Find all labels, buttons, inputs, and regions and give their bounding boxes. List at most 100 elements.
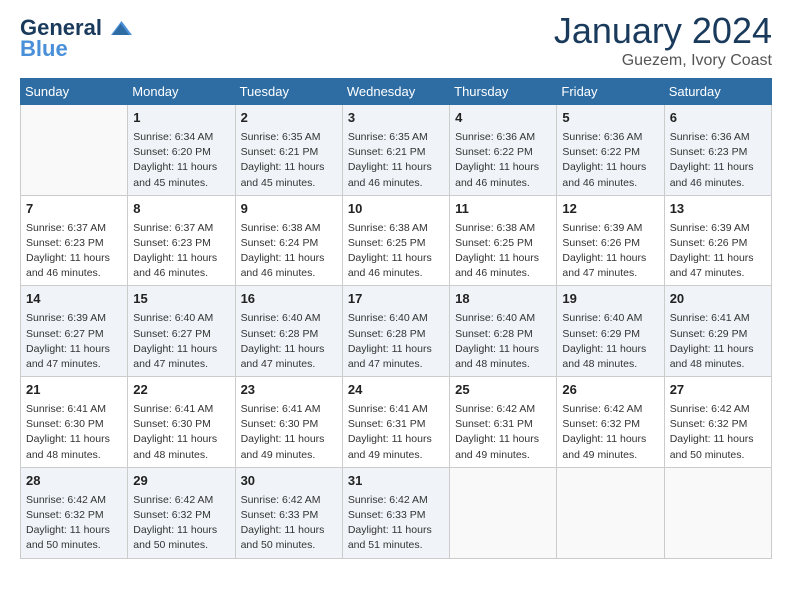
- calendar-subtitle: Guezem, Ivory Coast: [554, 52, 772, 70]
- sunrise-text: Sunrise: 6:42 AM: [562, 403, 642, 415]
- day-info: Sunrise: 6:41 AMSunset: 6:29 PMDaylight:…: [670, 311, 766, 372]
- table-row: 7Sunrise: 6:37 AMSunset: 6:23 PMDaylight…: [21, 195, 128, 286]
- table-row: [664, 467, 771, 558]
- day-info: Sunrise: 6:42 AMSunset: 6:32 PMDaylight:…: [26, 493, 122, 554]
- day-number: 8: [133, 200, 229, 219]
- day-info: Sunrise: 6:34 AMSunset: 6:20 PMDaylight:…: [133, 130, 229, 191]
- day-info: Sunrise: 6:42 AMSunset: 6:33 PMDaylight:…: [348, 493, 444, 554]
- sunrise-text: Sunrise: 6:36 AM: [562, 131, 642, 143]
- day-number: 3: [348, 109, 444, 128]
- sunrise-text: Sunrise: 6:42 AM: [670, 403, 750, 415]
- day-info: Sunrise: 6:39 AMSunset: 6:27 PMDaylight:…: [26, 311, 122, 372]
- sunset-text: Sunset: 6:30 PM: [133, 418, 211, 430]
- day-number: 29: [133, 472, 229, 491]
- sunrise-text: Sunrise: 6:41 AM: [670, 312, 750, 324]
- day-info: Sunrise: 6:36 AMSunset: 6:22 PMDaylight:…: [562, 130, 658, 191]
- sunset-text: Sunset: 6:30 PM: [26, 418, 104, 430]
- table-row: 19Sunrise: 6:40 AMSunset: 6:29 PMDayligh…: [557, 286, 664, 377]
- title-block: January 2024 Guezem, Ivory Coast: [554, 10, 772, 70]
- day-info: Sunrise: 6:41 AMSunset: 6:30 PMDaylight:…: [26, 402, 122, 463]
- day-number: 26: [562, 381, 658, 400]
- day-info: Sunrise: 6:36 AM Sunset: 6:23 PM Daylight:…: [670, 130, 766, 191]
- calendar-title: January 2024: [554, 10, 772, 52]
- day-info: Sunrise: 6:41 AMSunset: 6:31 PMDaylight:…: [348, 402, 444, 463]
- sunset-text: Sunset: 6:23 PM: [670, 146, 748, 158]
- sunrise-text: Sunrise: 6:36 AM: [670, 131, 750, 143]
- day-number: 27: [670, 381, 766, 400]
- sunset-text: Sunset: 6:30 PM: [241, 418, 319, 430]
- sunrise-text: Sunrise: 6:39 AM: [562, 222, 642, 234]
- day-number: 18: [455, 290, 551, 309]
- daylight-text: Daylight: 11 hours and 45 minutes.: [133, 161, 217, 188]
- sunset-text: Sunset: 6:32 PM: [133, 509, 211, 521]
- table-row: 17Sunrise: 6:40 AMSunset: 6:28 PMDayligh…: [342, 286, 449, 377]
- day-number: 1: [133, 109, 229, 128]
- daylight-text: Daylight: 11 hours and 47 minutes.: [562, 252, 646, 279]
- daylight-text: Daylight: 11 hours and 51 minutes.: [348, 524, 432, 551]
- daylight-text: Daylight: 11 hours and 50 minutes.: [133, 524, 217, 551]
- table-row: 23Sunrise: 6:41 AMSunset: 6:30 PMDayligh…: [235, 377, 342, 468]
- sunrise-text: Sunrise: 6:41 AM: [241, 403, 321, 415]
- weekday-header-row: Sunday Monday Tuesday Wednesday Thursday…: [21, 79, 772, 105]
- table-row: 10Sunrise: 6:38 AMSunset: 6:25 PMDayligh…: [342, 195, 449, 286]
- daylight-text: Daylight: 11 hours and 48 minutes.: [562, 343, 646, 370]
- day-info: Sunrise: 6:37 AMSunset: 6:23 PMDaylight:…: [26, 221, 122, 282]
- sunset-text: Sunset: 6:26 PM: [562, 237, 640, 249]
- day-number: 2: [241, 109, 337, 128]
- page: General Blue January 2024 Guezem, Ivory …: [0, 0, 792, 612]
- day-number: 16: [241, 290, 337, 309]
- logo-icon: [104, 14, 132, 42]
- table-row: 5Sunrise: 6:36 AMSunset: 6:22 PMDaylight…: [557, 105, 664, 196]
- table-row: 6 Sunrise: 6:36 AM Sunset: 6:23 PM Daylight…: [664, 105, 771, 196]
- header-wednesday: Wednesday: [342, 79, 449, 105]
- sunrise-text: Sunrise: 6:38 AM: [241, 222, 321, 234]
- sunrise-text: Sunrise: 6:42 AM: [133, 494, 213, 506]
- day-number: 6: [670, 109, 766, 128]
- day-number: 15: [133, 290, 229, 309]
- day-info: Sunrise: 6:40 AMSunset: 6:28 PMDaylight:…: [455, 311, 551, 372]
- sunrise-text: Sunrise: 6:39 AM: [670, 222, 750, 234]
- day-info: Sunrise: 6:41 AMSunset: 6:30 PMDaylight:…: [241, 402, 337, 463]
- day-info: Sunrise: 6:35 AMSunset: 6:21 PMDaylight:…: [348, 130, 444, 191]
- day-info: Sunrise: 6:39 AM Sunset: 6:26 PM Daylight:…: [562, 221, 658, 282]
- day-info: Sunrise: 6:39 AMSunset: 6:26 PMDaylight:…: [670, 221, 766, 282]
- day-number: 13: [670, 200, 766, 219]
- daylight-text: Daylight: 11 hours and 48 minutes.: [670, 343, 754, 370]
- table-row: 8Sunrise: 6:37 AMSunset: 6:23 PMDaylight…: [128, 195, 235, 286]
- table-row: 26Sunrise: 6:42 AMSunset: 6:32 PMDayligh…: [557, 377, 664, 468]
- day-number: 22: [133, 381, 229, 400]
- day-number: 12: [562, 200, 658, 219]
- table-row: [557, 467, 664, 558]
- day-number: 25: [455, 381, 551, 400]
- table-row: 1 Sunrise: 6:34 AMSunset: 6:20 PMDaylight…: [128, 105, 235, 196]
- sunset-text: Sunset: 6:27 PM: [133, 328, 211, 340]
- table-row: 4Sunrise: 6:36 AMSunset: 6:22 PMDaylight…: [450, 105, 557, 196]
- day-number: 20: [670, 290, 766, 309]
- sunset-text: Sunset: 6:21 PM: [241, 146, 319, 158]
- daylight-text: Daylight: 11 hours and 46 minutes.: [26, 252, 110, 279]
- table-row: 30Sunrise: 6:42 AMSunset: 6:33 PMDayligh…: [235, 467, 342, 558]
- sunset-text: Sunset: 6:25 PM: [455, 237, 533, 249]
- daylight-text: Daylight: 11 hours and 47 minutes.: [670, 252, 754, 279]
- sunrise-text: Sunrise: 6:40 AM: [241, 312, 321, 324]
- table-row: 9Sunrise: 6:38 AMSunset: 6:24 PMDaylight…: [235, 195, 342, 286]
- table-row: 27Sunrise: 6:42 AMSunset: 6:32 PMDayligh…: [664, 377, 771, 468]
- daylight-text: Daylight: 11 hours and 46 minutes.: [348, 252, 432, 279]
- day-info: Sunrise: 6:42 AMSunset: 6:32 PMDaylight:…: [670, 402, 766, 463]
- sunset-text: Sunset: 6:32 PM: [670, 418, 748, 430]
- sunrise-text: Sunrise: 6:40 AM: [455, 312, 535, 324]
- sunset-text: Sunset: 6:29 PM: [562, 328, 640, 340]
- header-thursday: Thursday: [450, 79, 557, 105]
- daylight-text: Daylight: 11 hours and 46 minutes.: [455, 252, 539, 279]
- table-row: [450, 467, 557, 558]
- table-row: 25Sunrise: 6:42 AMSunset: 6:31 PMDayligh…: [450, 377, 557, 468]
- sunrise-text: Sunrise: 6:42 AM: [455, 403, 535, 415]
- table-row: 20 Sunrise: 6:41 AMSunset: 6:29 PMDayligh…: [664, 286, 771, 377]
- sunrise-text: Sunrise: 6:37 AM: [26, 222, 106, 234]
- day-info: Sunrise: 6:41 AMSunset: 6:30 PMDaylight:…: [133, 402, 229, 463]
- table-row: 3 Sunrise: 6:35 AMSunset: 6:21 PMDaylight…: [342, 105, 449, 196]
- sunset-text: Sunset: 6:25 PM: [348, 237, 426, 249]
- sunrise-text: Sunrise: 6:34 AM: [133, 131, 213, 143]
- daylight-text: Daylight: 11 hours and 46 minutes.: [670, 161, 754, 188]
- table-row: 12 Sunrise: 6:39 AM Sunset: 6:26 PM Dayligh…: [557, 195, 664, 286]
